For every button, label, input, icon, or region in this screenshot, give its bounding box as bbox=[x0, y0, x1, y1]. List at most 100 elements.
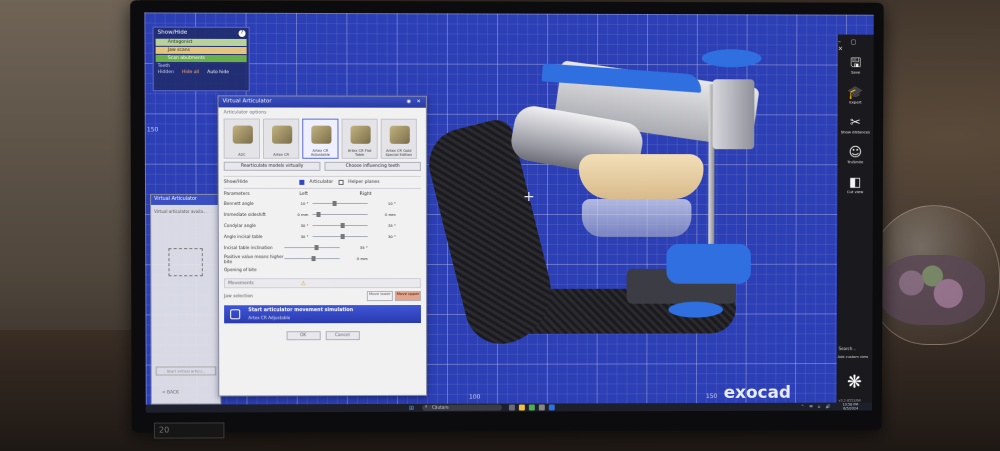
cut-view-icon: ◧ bbox=[839, 176, 871, 189]
move-upper-button[interactable]: Move upper bbox=[395, 291, 421, 301]
articulator-options-list[interactable]: A2C Artex CR Artex CR Adjustable Artex C… bbox=[219, 118, 426, 158]
param-left-slider[interactable] bbox=[312, 203, 367, 205]
windows-start-icon[interactable]: ⊞ bbox=[409, 405, 414, 412]
app-icon[interactable] bbox=[539, 404, 545, 410]
articulator-checkbox[interactable] bbox=[299, 180, 304, 185]
taskbar-search[interactable]: ⌕ Căutare bbox=[422, 405, 502, 411]
articulator-option[interactable]: Artex CR Flat Table bbox=[341, 119, 377, 159]
exocad-taskbar-icon[interactable] bbox=[549, 404, 555, 410]
taskbar-date: 6/5/2024 bbox=[843, 407, 859, 411]
param-label: Condylar angle bbox=[224, 223, 284, 228]
articulator-option-selected[interactable]: Artex CR Adjustable bbox=[302, 119, 338, 159]
articulator-base-wheel bbox=[668, 302, 723, 318]
param-row[interactable]: Opening of bite bbox=[219, 264, 426, 275]
exocad-logo: exocad bbox=[724, 383, 791, 403]
virtual-articulator-side-panel[interactable]: Virtual Articulator Virtual articulator … bbox=[150, 194, 221, 405]
showhide-panel[interactable]: Show/Hide ? Antagonist Jaw scans Scan ab… bbox=[153, 27, 250, 92]
movements-section[interactable]: Movements ⚠ bbox=[224, 278, 421, 288]
right-toolbar[interactable]: – ▢ ✕ 🖫 Save 🎓 Expert ✂ Show distances ☺… bbox=[836, 35, 873, 411]
save-button[interactable]: 🖫 Save bbox=[840, 57, 872, 75]
param-right-value[interactable]: 30 ° bbox=[372, 234, 396, 239]
cut-view-button[interactable]: ◧ Cut view bbox=[839, 176, 871, 194]
param-right-value[interactable]: 0 mm bbox=[372, 212, 396, 217]
param-row[interactable]: Incisal table inclination 35 ° bbox=[219, 242, 426, 253]
param-left-slider[interactable] bbox=[312, 225, 367, 227]
monitor-model-label: 20 bbox=[154, 422, 225, 438]
rearticulate-button[interactable]: Rearticulate models virtually bbox=[224, 162, 321, 171]
expert-label: Expert bbox=[840, 99, 872, 104]
start-simulation-title: Start articulator movement simulation bbox=[248, 308, 353, 313]
auto-hide-button[interactable]: Auto hide bbox=[207, 70, 229, 75]
articulator-icon bbox=[390, 126, 410, 144]
taskbar-clock[interactable]: 10:58 PM 6/5/2024 bbox=[843, 403, 859, 411]
search-view-button[interactable]: Search... bbox=[839, 346, 873, 351]
task-view-icon[interactable] bbox=[509, 405, 515, 411]
ok-button[interactable]: OK bbox=[286, 331, 320, 340]
jaw-selection-label: Jaw selection bbox=[224, 294, 253, 299]
hide-all-button[interactable]: Hide all bbox=[182, 70, 199, 75]
helper-planes-checkbox[interactable] bbox=[338, 180, 343, 185]
param-row[interactable]: Immediate sideshift 0 mm 0 mm bbox=[219, 209, 426, 220]
param-value[interactable]: 0 mm bbox=[344, 256, 368, 261]
lower-jaw-scan[interactable] bbox=[582, 199, 692, 237]
param-left-slider[interactable] bbox=[312, 214, 367, 216]
virtual-articulator-dialog[interactable]: Virtual Articulator ◉ ✕ Articulator opti… bbox=[217, 95, 427, 396]
choose-influencing-teeth-button[interactable]: Choose influencing teeth bbox=[324, 162, 420, 171]
showhide-item-antagonist[interactable]: Antagonist bbox=[156, 39, 247, 46]
dialog-header[interactable]: Virtual Articulator ◉ ✕ bbox=[218, 96, 425, 107]
param-row[interactable]: Condylar angle 30 ° 35 ° bbox=[219, 220, 426, 231]
helper-planes-checkbox-label: Helper planes bbox=[348, 180, 379, 185]
show-distances-button[interactable]: ✂ Show distances bbox=[840, 116, 872, 134]
articulator-option[interactable]: Artex CR bbox=[263, 119, 299, 159]
move-lower-button[interactable]: Move lower bbox=[367, 291, 393, 301]
expert-icon: 🎓 bbox=[840, 86, 872, 99]
param-left-value[interactable]: 0 mm bbox=[284, 212, 308, 217]
showhide-item-scan-abutments[interactable]: Scan abutments bbox=[156, 55, 247, 62]
back-button[interactable]: < BACK bbox=[162, 391, 179, 396]
window-controls[interactable]: – ▢ ✕ bbox=[838, 39, 870, 53]
trusmile-button[interactable]: ☺ TruSmile bbox=[839, 146, 871, 164]
file-explorer-icon[interactable] bbox=[519, 405, 525, 411]
param-row[interactable]: Positive value means higher bite 0 mm bbox=[219, 253, 426, 264]
monitor: 20 150 100 150 + exocad Show/Hide ? Anta… bbox=[130, 0, 884, 432]
param-right-value[interactable]: 10 ° bbox=[372, 201, 396, 206]
ruler-label: 150 bbox=[706, 393, 717, 400]
param-right-value[interactable]: 35 ° bbox=[372, 223, 396, 228]
expert-button[interactable]: 🎓 Expert bbox=[840, 86, 872, 104]
cancel-button[interactable]: Cancel bbox=[325, 331, 359, 340]
articulator-top-dial[interactable] bbox=[702, 49, 762, 67]
articulator-option-name: Artex CR bbox=[265, 153, 297, 157]
chrome-icon[interactable] bbox=[529, 405, 535, 411]
start-simulation-button[interactable]: Start articulator movement simulation Ar… bbox=[224, 305, 421, 323]
start-virtual-articulator-button[interactable]: Start virtual articu... bbox=[156, 366, 217, 375]
showhide-section-label: Show/Hide bbox=[224, 180, 295, 185]
dialog-header-icons[interactable]: ◉ ✕ bbox=[407, 99, 423, 105]
trusmile-icon: ☺ bbox=[839, 146, 871, 159]
param-left-value[interactable]: 10 ° bbox=[284, 201, 308, 206]
param-slider[interactable] bbox=[284, 247, 339, 249]
param-label: Incisal table inclination bbox=[224, 245, 284, 250]
param-slider[interactable] bbox=[284, 258, 339, 260]
param-row[interactable]: Angle incisal table 30 ° 30 ° bbox=[219, 231, 426, 242]
upper-jaw-model[interactable] bbox=[579, 154, 704, 199]
incisal-table[interactable] bbox=[666, 244, 751, 284]
jaw-selection-row[interactable]: Jaw selection Move lower Move upper bbox=[224, 291, 421, 301]
param-left-value[interactable]: 30 ° bbox=[284, 234, 308, 239]
articulator-icon bbox=[311, 126, 331, 144]
windows-taskbar[interactable]: ⊞ ⌕ Căutare ⌃ ✉ ⌂ 🔊 10:58 PM 6/5/2024 bbox=[146, 403, 872, 413]
system-tray-icons[interactable]: ⌃ ✉ ⌂ 🔊 bbox=[801, 404, 833, 409]
showhide-item-jaw-scans[interactable]: Jaw scans bbox=[156, 47, 247, 54]
app-screen[interactable]: 150 100 150 + exocad Show/Hide ? Antagon… bbox=[144, 12, 873, 412]
param-left-slider[interactable] bbox=[313, 236, 368, 238]
param-row[interactable]: Bennett angle 10 ° 10 ° bbox=[219, 198, 426, 209]
param-left-value[interactable]: 30 ° bbox=[284, 223, 308, 228]
param-value[interactable]: 35 ° bbox=[344, 245, 368, 250]
articulator-options-label: Articulator options bbox=[219, 107, 426, 118]
add-custom-view-button[interactable]: Add custom view bbox=[838, 355, 874, 359]
help-icon[interactable]: ? bbox=[238, 30, 245, 37]
articulator-option[interactable]: Artex CR Gold Special Edition bbox=[381, 119, 417, 159]
start-simulation-subtitle: Artex CR Adjustable bbox=[248, 315, 290, 320]
articulator-option[interactable]: A2C bbox=[224, 118, 260, 158]
exocad-menu-icon[interactable]: ❋ bbox=[844, 373, 864, 393]
articulator-checkbox-label: Articulator bbox=[309, 180, 333, 185]
